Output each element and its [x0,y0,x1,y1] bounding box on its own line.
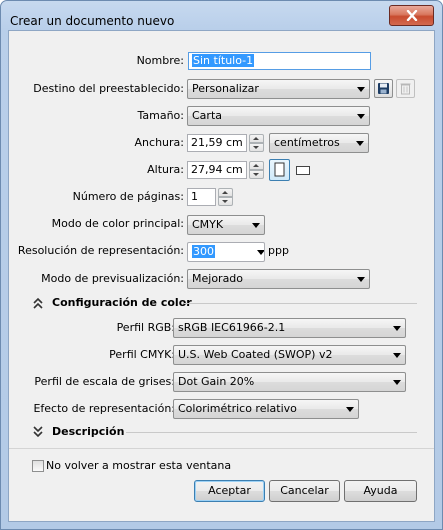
modo-color-label: Modo de color principal: [51,217,184,230]
destino-select[interactable]: Personalizar [187,79,370,99]
landscape-icon [296,166,310,175]
paginas-stepper[interactable] [218,188,233,206]
save-preset-button[interactable] [374,79,393,98]
dialog-content: Nombre: Sin título-1 Destino del preesta… [8,30,435,522]
modo-color-select[interactable]: CMYK [187,215,265,235]
window-title: Crear un documento nuevo [10,14,175,28]
portrait-button[interactable] [269,159,290,181]
previsualizacion-value: Mejorado [192,272,244,285]
previsualizacion-select[interactable]: Mejorado [187,269,370,289]
altura-label: Altura: [147,163,184,176]
trash-icon [400,83,411,95]
delete-preset-button[interactable] [396,79,415,98]
chevron-down-icon[interactable] [257,250,264,255]
paginas-input[interactable]: 1 [187,188,216,206]
tamano-select[interactable]: Carta [187,106,370,126]
landscape-button[interactable] [295,162,311,178]
anchura-label: Anchura: [134,136,184,149]
description-section-title: Descripción [52,425,125,438]
decrement-arrow-icon[interactable] [249,143,264,152]
chevron-down-icon [356,141,364,146]
anchura-input[interactable]: 21,59 cm [187,134,247,152]
color-section-title: Configuración de color [52,296,192,309]
decrement-arrow-icon[interactable] [218,197,233,206]
efecto-select[interactable]: Colorimétrico relativo [173,399,359,419]
tamano-label: Tamaño: [137,109,184,122]
perfil-grises-value: Dot Gain 20% [178,375,255,388]
resolucion-value: 300 [192,245,215,258]
resolucion-unit: ppp [268,244,289,257]
perfil-cmyk-select[interactable]: U.S. Web Coated (SWOP) v2 [173,345,406,365]
increment-arrow-icon[interactable] [249,134,264,143]
chevron-down-icon [357,277,365,282]
efecto-label: Efecto de representación: [33,402,175,415]
dont-show-label[interactable]: No volver a mostrar esta ventana [46,456,231,476]
chevron-down-icon [346,407,354,412]
perfil-rgb-value: sRGB IEC61966-2.1 [178,321,286,334]
portrait-icon [274,162,285,177]
save-icon [378,83,389,94]
section-divider [126,432,417,433]
perfil-cmyk-label: Perfil CMYK: [109,348,175,361]
close-button[interactable] [389,5,434,26]
unidad-value: centímetros [274,136,340,149]
dialog-window: Crear un documento nuevo Nombre: Sin tít… [0,0,443,530]
chevron-down-icon [393,380,401,385]
nombre-input[interactable]: Sin título-1 [188,52,371,70]
dont-show-checkbox[interactable] [32,460,44,472]
resolucion-combo[interactable]: 300 [187,242,265,262]
perfil-rgb-label: Perfil RGB: [116,321,175,334]
anchura-stepper[interactable] [249,134,264,152]
help-button[interactable]: Ayuda [344,480,417,502]
decrement-arrow-icon[interactable] [249,170,264,179]
unidad-select[interactable]: centímetros [269,133,369,153]
close-icon [406,10,417,21]
tamano-value: Carta [192,109,222,122]
chevron-down-icon [393,326,401,331]
perfil-grises-label: Perfil de escala de grises: [34,375,175,388]
modo-color-value: CMYK [192,218,224,231]
nombre-value: Sin título-1 [192,54,255,67]
destino-value: Personalizar [192,82,259,95]
altura-stepper[interactable] [249,161,264,179]
destino-label: Destino del preestablecido: [33,82,184,95]
paginas-label: Número de páginas: [72,190,184,203]
chevron-down-icon [357,114,365,119]
previsualizacion-label: Modo de previsualización: [41,272,184,285]
perfil-cmyk-value: U.S. Web Coated (SWOP) v2 [178,348,333,361]
altura-input[interactable]: 27,94 cm [187,161,247,179]
chevron-down-icon [252,223,260,228]
cancel-button[interactable]: Cancelar [269,480,340,502]
resolucion-label: Resolución de representación: [17,244,184,257]
efecto-value: Colorimétrico relativo [178,402,297,415]
expand-chevron-icon [33,426,43,438]
collapse-chevron-icon [33,297,43,309]
perfil-rgb-select[interactable]: sRGB IEC61966-2.1 [173,318,406,338]
perfil-grises-select[interactable]: Dot Gain 20% [173,372,406,392]
section-divider [184,303,417,304]
increment-arrow-icon[interactable] [249,161,264,170]
nombre-label: Nombre: [136,54,184,67]
increment-arrow-icon[interactable] [218,188,233,197]
accept-button[interactable]: Aceptar [194,480,265,502]
chevron-down-icon [393,353,401,358]
footer-divider [9,448,434,449]
chevron-down-icon [357,87,365,92]
